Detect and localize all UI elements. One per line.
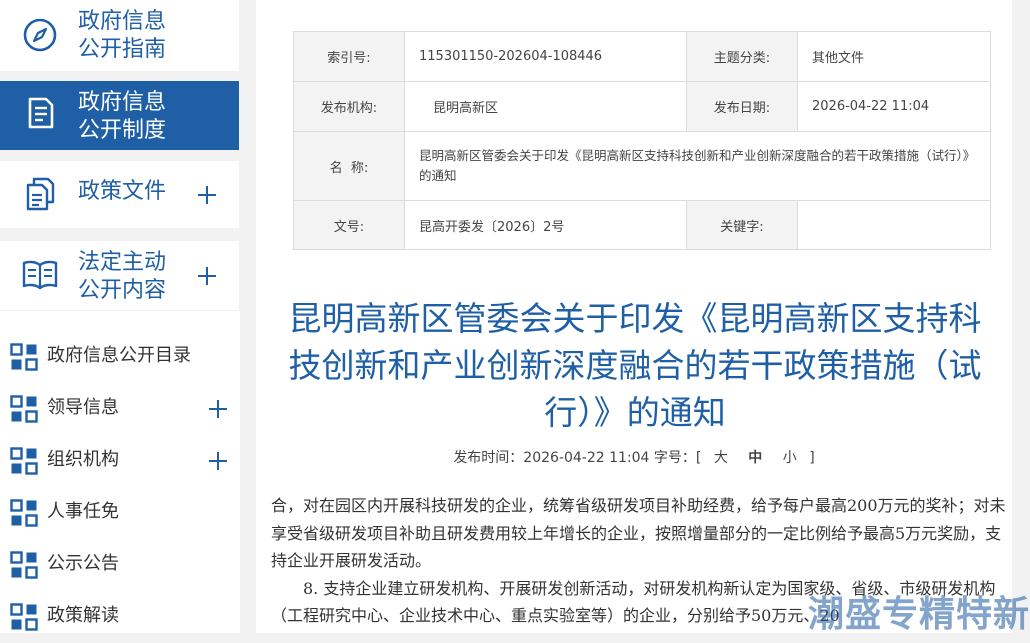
plus-icon[interactable] [208,451,228,471]
document-icon [28,97,54,129]
grid-icon [10,343,38,371]
sidebar-item-label: 公示公告 [47,553,119,574]
font-size-large-button[interactable]: 大 [714,450,728,466]
grid-icon [10,499,38,527]
sidebar-item-label: 组织机构 [47,449,119,470]
plus-icon[interactable] [208,399,228,419]
publish-suffix: ] [809,450,815,466]
nav-system[interactable]: 政府信息 公开制度 [0,81,239,150]
index-label: 索引号: [293,31,405,82]
sub-nav-list: 政府信息公开目录 领导信息 组织机构 人事任免 公示公告 政策解读 [0,311,240,633]
files-icon [26,177,55,211]
index-value: 115301150-202604-108446 [404,31,687,82]
plus-icon[interactable] [197,266,217,286]
grid-icon [10,551,38,579]
table-row: 名 称: 昆明高新区管委会关于印发《昆明高新区支持科技创新和产业创新深度融合的若… [293,131,991,201]
table-row: 发布机构: 昆明高新区 发布日期: 2026-04-22 11:04 [293,81,991,132]
keyword-label: 关键字: [686,200,798,250]
nav-system-label: 政府信息 公开制度 [78,90,167,143]
metadata-table: 索引号: 115301150-202604-108446 主题分类: 其他文件 … [293,31,991,250]
compass-icon [23,18,57,52]
sidebar: 政府信息 公开指南 政府信息 公开制度 政策文件 法定主动 公开内容 政府信息公… [0,0,240,633]
table-row: 索引号: 115301150-202604-108446 主题分类: 其他文件 [293,31,991,82]
book-icon [22,260,58,290]
name-value: 昆明高新区管委会关于印发《昆明高新区支持科技创新和产业创新深度融合的若干政策措施… [404,131,991,201]
date-label: 发布日期: [686,81,798,132]
nav-statutory[interactable]: 法定主动 公开内容 [0,241,239,310]
nav-policy-files[interactable]: 政策文件 [0,161,239,228]
font-size-medium-button[interactable]: 中 [748,450,762,466]
sidebar-item-catalog[interactable]: 政府信息公开目录 [0,331,240,383]
grid-icon [10,395,38,423]
date-value: 2026-04-22 11:04 [797,81,991,132]
docno-value: 昆高开委发〔2026〕2号 [404,200,687,250]
nav-guide-label: 政府信息 公开指南 [78,9,167,62]
grid-icon [10,447,38,475]
sidebar-item-leaders[interactable]: 领导信息 [0,383,240,435]
sidebar-item-announcements[interactable]: 公示公告 [0,539,240,591]
watermark-logo: 潮盛专精特新 [807,594,1030,635]
plus-icon[interactable] [197,185,217,205]
nav-policy-files-label: 政策文件 [78,179,167,204]
article-title: 昆明高新区管委会关于印发《昆明高新区支持科技创新和产业创新深度融合的若干政策措施… [288,299,982,432]
nav-statutory-label: 法定主动 公开内容 [78,250,167,303]
sidebar-item-label: 领导信息 [47,397,119,418]
grid-icon [10,603,38,631]
publisher-value: 昆明高新区 [404,81,687,132]
name-label: 名 称: [293,131,405,201]
category-label: 主题分类: [686,31,798,82]
paragraph: 合，对在园区内开展科技研发的企业，统筹省级研发项目补助经费，给予每户最高200万… [271,496,1006,570]
publish-info: 发布时间：2026-04-22 11:04 字号：[ 大 中 小 ] [256,447,1012,467]
keyword-value [797,200,991,250]
publisher-label: 发布机构: [293,81,405,132]
sidebar-item-label: 政策解读 [47,605,119,626]
nav-guide[interactable]: 政府信息 公开指南 [0,0,239,71]
font-size-small-button[interactable]: 小 [783,450,797,466]
publish-time: 发布时间：2026-04-22 11:04 字号：[ [453,450,702,466]
category-value: 其他文件 [797,31,991,82]
sidebar-item-label: 人事任免 [47,501,119,522]
article-panel: 索引号: 115301150-202604-108446 主题分类: 其他文件 … [256,0,1012,633]
sidebar-item-interpretation[interactable]: 政策解读 [0,591,240,643]
sidebar-item-organization[interactable]: 组织机构 [0,435,240,487]
table-row: 文号: 昆高开委发〔2026〕2号 关键字: [293,200,991,250]
sidebar-item-label: 政府信息公开目录 [47,345,191,366]
docno-label: 文号: [293,200,405,250]
sidebar-item-personnel[interactable]: 人事任免 [0,487,240,539]
